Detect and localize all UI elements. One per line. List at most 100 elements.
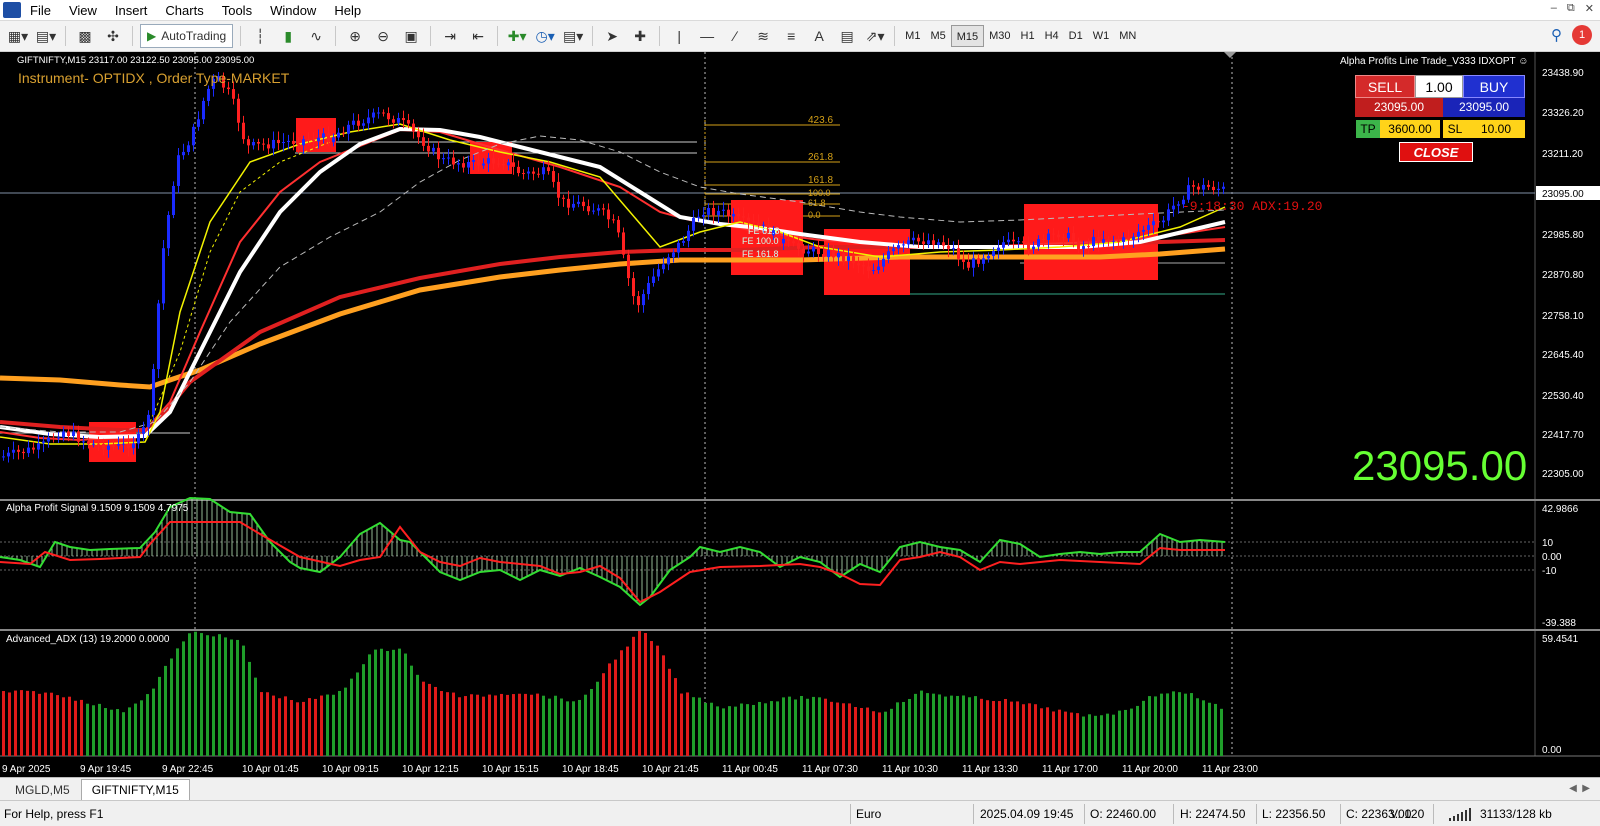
adx-bar — [470, 694, 473, 756]
autotrading-button[interactable]: ▶ AutoTrading — [140, 24, 234, 48]
chart-shift-icon[interactable]: ⇤ — [466, 24, 490, 48]
candle-body — [872, 270, 875, 272]
candle-body — [227, 87, 230, 90]
candle-body — [647, 282, 650, 295]
stop-loss-input[interactable]: 10.00 — [1467, 120, 1525, 138]
restore-icon[interactable]: ⧉ — [1567, 2, 1575, 15]
candle-body — [622, 232, 625, 255]
candle-body — [182, 151, 185, 156]
candle-body — [112, 445, 115, 447]
tab-mgld[interactable]: MGLD,M5 — [4, 779, 81, 800]
timeframe-m15-button[interactable]: M15 — [950, 25, 985, 47]
navigator-icon[interactable]: ✣ — [101, 24, 125, 48]
adx-bar — [1184, 693, 1187, 756]
menu-view[interactable]: View — [60, 0, 106, 21]
vertical-line-icon[interactable]: | — [667, 24, 691, 48]
candlestick-icon[interactable]: ▮ — [276, 24, 300, 48]
adx-bar — [248, 661, 251, 756]
adx-bar — [86, 703, 89, 756]
timeframe-m1-button[interactable]: M1 — [900, 25, 925, 47]
candle-body — [407, 120, 410, 124]
indicators-icon[interactable]: ✚▾ — [505, 24, 529, 48]
new-chart-icon[interactable]: ▦▾ — [6, 24, 30, 48]
candle-body — [377, 112, 380, 114]
cursor-icon[interactable]: ➤ — [600, 24, 624, 48]
candle-body — [842, 252, 845, 261]
zoom-in-icon[interactable]: ⊕ — [343, 24, 367, 48]
tile-windows-icon[interactable]: ▣ — [399, 24, 423, 48]
timeframe-h1-button[interactable]: H1 — [1016, 25, 1040, 47]
candle-body — [727, 209, 730, 217]
adx-bar — [188, 633, 191, 756]
close-positions-button[interactable]: CLOSE — [1399, 142, 1473, 162]
adx-bar — [1154, 696, 1157, 756]
timeframe-h4-button[interactable]: H4 — [1040, 25, 1064, 47]
notification-badge[interactable]: 1 — [1572, 25, 1592, 45]
candle-body — [797, 243, 800, 249]
candle-body — [887, 251, 890, 259]
adx-bar — [8, 692, 11, 756]
menu-help[interactable]: Help — [325, 0, 370, 21]
close-icon[interactable]: ✕ — [1585, 2, 1594, 15]
adx-indicator-panel: 59.4541 0.00 — [2, 631, 1579, 756]
lot-size-input[interactable]: 1.00 — [1415, 75, 1463, 98]
zoom-out-icon[interactable]: ⊖ — [371, 24, 395, 48]
timeframe-m5-button[interactable]: M5 — [925, 25, 950, 47]
periods-icon[interactable]: ◷▾ — [533, 24, 557, 48]
price-axis-label: 22870.80 — [1542, 270, 1584, 281]
adx-timer-text: -9:18:30 ADX:19.20 — [1182, 199, 1323, 214]
tab-scroll-arrows[interactable]: ◀ ▶ — [1569, 783, 1590, 794]
line-chart-icon[interactable]: ∿ — [304, 24, 328, 48]
arrows-icon[interactable]: ⇗▾ — [863, 24, 887, 48]
adx-bar — [1118, 710, 1121, 756]
search-icon[interactable]: ⚲ — [1551, 26, 1562, 44]
candle-body — [387, 113, 390, 120]
take-profit-input[interactable]: 3600.00 — [1380, 120, 1440, 138]
chart-canvas[interactable]: 23438.90 23326.20 23211.20 23095.00 2298… — [0, 52, 1600, 777]
adx-bar — [182, 641, 185, 756]
adx-bar — [980, 698, 983, 756]
time-axis-label: 11 Apr 10:30 — [882, 764, 938, 775]
crosshair-icon[interactable]: ✚ — [628, 24, 652, 48]
horizontal-line-icon[interactable]: — — [695, 24, 719, 48]
timeframe-mn-button[interactable]: MN — [1114, 25, 1141, 47]
candle-body — [747, 217, 750, 222]
time-axis-label: 10 Apr 15:15 — [482, 764, 539, 775]
menu-tools[interactable]: Tools — [213, 0, 261, 21]
adx-bar — [1160, 693, 1163, 756]
market-watch-icon[interactable]: ▩ — [73, 24, 97, 48]
text-tool-icon[interactable]: A — [807, 24, 831, 48]
tab-giftnifty[interactable]: GIFTNIFTY,M15 — [80, 779, 190, 800]
fibonacci-icon[interactable]: ≡ — [779, 24, 803, 48]
candle-body — [187, 145, 190, 152]
candle-body — [257, 141, 260, 144]
menu-file[interactable]: File — [21, 0, 60, 21]
adx-bar — [818, 697, 821, 756]
adx-bar — [272, 695, 275, 756]
candle-body — [652, 276, 655, 283]
profiles-icon[interactable]: ▤▾ — [34, 24, 58, 48]
sell-button[interactable]: SELL — [1355, 75, 1415, 98]
candle-body — [1102, 239, 1105, 243]
bar-chart-icon[interactable]: ┆ — [248, 24, 272, 48]
minimize-icon[interactable]: – — [1551, 2, 1557, 15]
trendline-icon[interactable]: ∕ — [723, 24, 747, 48]
timeframe-d1-button[interactable]: D1 — [1064, 25, 1088, 47]
candle-body — [947, 245, 950, 249]
timeframe-w1-button[interactable]: W1 — [1088, 25, 1115, 47]
timeframe-m30-button[interactable]: M30 — [984, 25, 1015, 47]
menu-window[interactable]: Window — [261, 0, 325, 21]
candle-body — [352, 120, 355, 125]
templates-icon[interactable]: ▤▾ — [561, 24, 585, 48]
auto-scroll-icon[interactable]: ⇥ — [438, 24, 462, 48]
menu-insert[interactable]: Insert — [106, 0, 157, 21]
candle-body — [567, 198, 570, 208]
mt4-terminal-window: File View Insert Charts Tools Window Hel… — [0, 0, 1600, 826]
text-label-icon[interactable]: ▤ — [835, 24, 859, 48]
candle-body — [832, 250, 835, 258]
price-axis-label: 22985.80 — [1542, 230, 1584, 241]
channel-icon[interactable]: ≋ — [751, 24, 775, 48]
menu-charts[interactable]: Charts — [156, 0, 212, 21]
buy-button[interactable]: BUY — [1463, 75, 1525, 98]
candle-body — [1047, 233, 1050, 240]
